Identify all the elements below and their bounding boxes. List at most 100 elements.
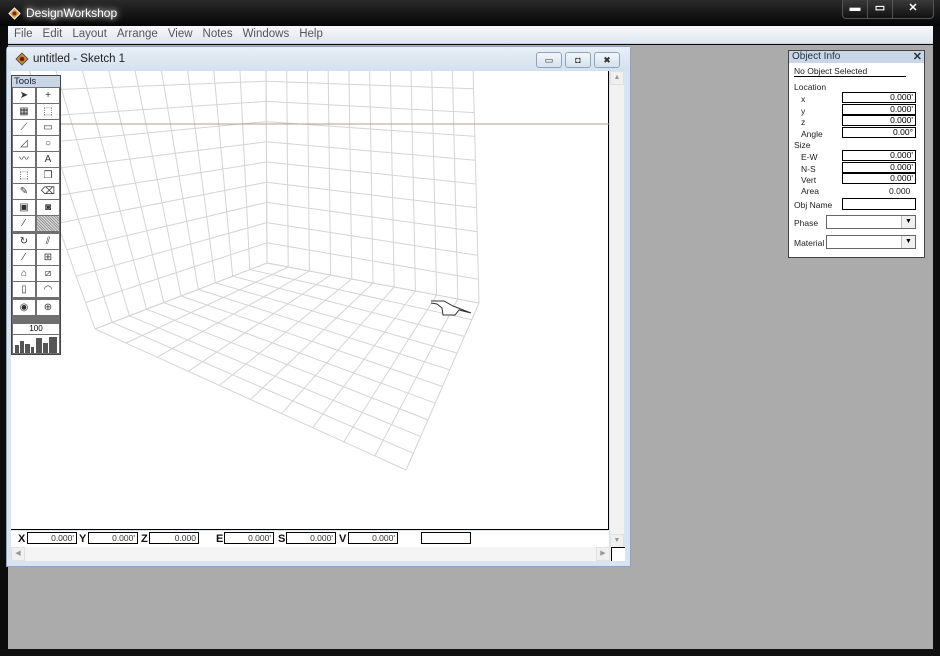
loc-y-field[interactable]: 0.000' bbox=[842, 104, 916, 115]
coord-v-field[interactable]: 0.000' bbox=[348, 532, 398, 544]
door-opening-icon[interactable]: ◙ bbox=[37, 200, 59, 215]
size-ew-field[interactable]: 0.000' bbox=[842, 150, 916, 161]
loc-z-field[interactable]: 0.000' bbox=[842, 115, 916, 126]
sketch-titlebar[interactable]: untitled - Sketch 1 ▭ ◘ ✖ bbox=[7, 47, 630, 71]
size-ns-label: N-S bbox=[801, 164, 816, 174]
sketch-close-button[interactable]: ✖ bbox=[594, 52, 620, 68]
size-vert-field[interactable]: 0.000' bbox=[842, 173, 916, 184]
scroll-down-arrow[interactable]: ▼ bbox=[610, 534, 624, 548]
coord-s-field[interactable]: 0.000' bbox=[286, 532, 336, 544]
rotate-icon[interactable]: ↻ bbox=[13, 234, 35, 249]
freehand-icon[interactable]: 〰 bbox=[13, 152, 35, 167]
object-info-close-icon[interactable]: ✕ bbox=[913, 51, 922, 63]
size-ns-field[interactable]: 0.000' bbox=[842, 162, 916, 173]
phase-select[interactable]: ▼ bbox=[826, 215, 916, 229]
grid-line bbox=[327, 62, 332, 276]
tools-palette-title[interactable]: Tools bbox=[12, 76, 60, 87]
crosshair-icon[interactable]: + bbox=[37, 88, 59, 103]
app-titlebar: DesignWorkshop ▬ ▭ ✕ bbox=[0, 0, 940, 26]
knife-icon[interactable]: ⁄ bbox=[13, 250, 35, 265]
sketch-minimize-button[interactable]: ▭ bbox=[536, 52, 562, 68]
menu-notes[interactable]: Notes bbox=[198, 26, 238, 40]
window-opening-icon[interactable]: ▣ bbox=[13, 200, 35, 215]
minimize-button[interactable]: ▬ bbox=[842, 0, 868, 19]
target-icon[interactable]: ⊕ bbox=[37, 300, 59, 315]
line-icon[interactable]: ⟋ bbox=[13, 120, 35, 135]
grid-line bbox=[265, 60, 268, 264]
marquee-fill-icon[interactable]: ▦ bbox=[13, 104, 35, 119]
grid-line bbox=[47, 161, 267, 198]
object-info-panel: Object Info ✕ No Object Selected Locatio… bbox=[788, 50, 925, 258]
menu-help[interactable]: Help bbox=[294, 26, 328, 40]
eyedropper-icon[interactable]: ⁄ bbox=[13, 216, 35, 231]
plane-icon[interactable]: ⫽ bbox=[37, 234, 59, 249]
horizontal-scrollbar[interactable] bbox=[11, 547, 611, 561]
loc-y-label: y bbox=[801, 106, 806, 116]
grid-line bbox=[451, 64, 459, 300]
orbit-icon[interactable]: ◠ bbox=[37, 282, 59, 297]
histogram-icon[interactable] bbox=[13, 335, 59, 353]
close-button[interactable]: ✕ bbox=[892, 0, 934, 19]
block-icon[interactable]: ⬚ bbox=[13, 168, 35, 183]
coord-x-field[interactable]: 0.000' bbox=[27, 532, 77, 544]
coord-z-field[interactable]: 0.000 bbox=[149, 532, 199, 544]
eraser-icon[interactable]: ⌫ bbox=[37, 184, 59, 199]
drawing-canvas[interactable] bbox=[0, 60, 609, 530]
coord-extra-field[interactable] bbox=[421, 532, 471, 544]
menu-file[interactable]: File bbox=[8, 26, 38, 40]
vertical-scrollbar[interactable] bbox=[610, 71, 624, 551]
wall-icon[interactable]: ❒ bbox=[37, 168, 59, 183]
grid-line bbox=[186, 62, 216, 283]
obj-name-field[interactable] bbox=[842, 198, 916, 210]
pencil-icon[interactable]: ✎ bbox=[13, 184, 35, 199]
angle-field[interactable]: 0.00° bbox=[842, 127, 916, 138]
maximize-button[interactable]: ▭ bbox=[867, 0, 893, 19]
coord-y-field[interactable]: 0.000' bbox=[88, 532, 138, 544]
scroll-left-arrow[interactable]: ◀ bbox=[11, 547, 25, 561]
scroll-up-arrow[interactable]: ▲ bbox=[610, 71, 624, 85]
arrow-select-icon[interactable]: ➤ bbox=[13, 88, 35, 103]
arc-icon[interactable]: ◿ bbox=[13, 136, 35, 151]
app-title: DesignWorkshop bbox=[26, 6, 118, 20]
scroll-right-arrow[interactable]: ▶ bbox=[596, 547, 610, 561]
size-ew-label: E-W bbox=[801, 152, 818, 162]
menu-view[interactable]: View bbox=[163, 26, 198, 40]
loc-z-label: z bbox=[801, 117, 806, 127]
grid-line bbox=[374, 298, 459, 457]
pattern-icon[interactable] bbox=[37, 216, 59, 231]
zoom-level[interactable]: 100 bbox=[13, 324, 59, 334]
coord-z-label: Z bbox=[141, 533, 148, 545]
sketch-maximize-button[interactable]: ◘ bbox=[565, 52, 591, 68]
circle-icon[interactable]: ○ bbox=[37, 136, 59, 151]
menu-edit[interactable]: Edit bbox=[38, 26, 68, 40]
chevron-down-icon[interactable]: ▼ bbox=[901, 236, 915, 248]
elevation-icon[interactable]: ⧄ bbox=[37, 266, 59, 281]
coord-e-label: E bbox=[216, 533, 224, 545]
resize-handle[interactable] bbox=[611, 547, 625, 561]
material-select[interactable]: ▼ bbox=[826, 235, 916, 249]
grid-line bbox=[53, 64, 130, 316]
eye-icon[interactable]: ◉ bbox=[13, 300, 35, 315]
window-border bbox=[0, 649, 940, 656]
grid-line bbox=[369, 62, 374, 284]
book-icon[interactable]: ▯ bbox=[13, 282, 35, 297]
house-icon[interactable]: ⌂ bbox=[13, 266, 35, 281]
text-icon[interactable]: A bbox=[37, 152, 59, 167]
sketch-window: untitled - Sketch 1 ▭ ◘ ✖ ▲ ▼ X 0.000' Y… bbox=[0, 46, 631, 567]
loc-x-label: x bbox=[801, 94, 806, 104]
grid-line bbox=[431, 64, 438, 296]
menu-arrange[interactable]: Arrange bbox=[112, 26, 163, 40]
material-label: Material bbox=[794, 238, 825, 248]
object-info-title[interactable]: Object Info ✕ bbox=[789, 51, 924, 63]
rectangle-icon[interactable]: ▭ bbox=[37, 120, 59, 135]
menu-layout[interactable]: Layout bbox=[67, 26, 112, 40]
loc-x-field[interactable]: 0.000' bbox=[842, 92, 916, 103]
coord-e-field[interactable]: 0.000' bbox=[224, 532, 274, 544]
cube-align-icon[interactable]: ⊞ bbox=[37, 250, 59, 265]
chevron-down-icon[interactable]: ▼ bbox=[901, 216, 915, 228]
grid-line bbox=[76, 222, 267, 277]
marquee-icon[interactable]: ⬚ bbox=[37, 104, 59, 119]
obj-name-label: Obj Name bbox=[794, 200, 833, 210]
menu-windows[interactable]: Windows bbox=[238, 26, 295, 40]
grid-line bbox=[472, 64, 480, 304]
